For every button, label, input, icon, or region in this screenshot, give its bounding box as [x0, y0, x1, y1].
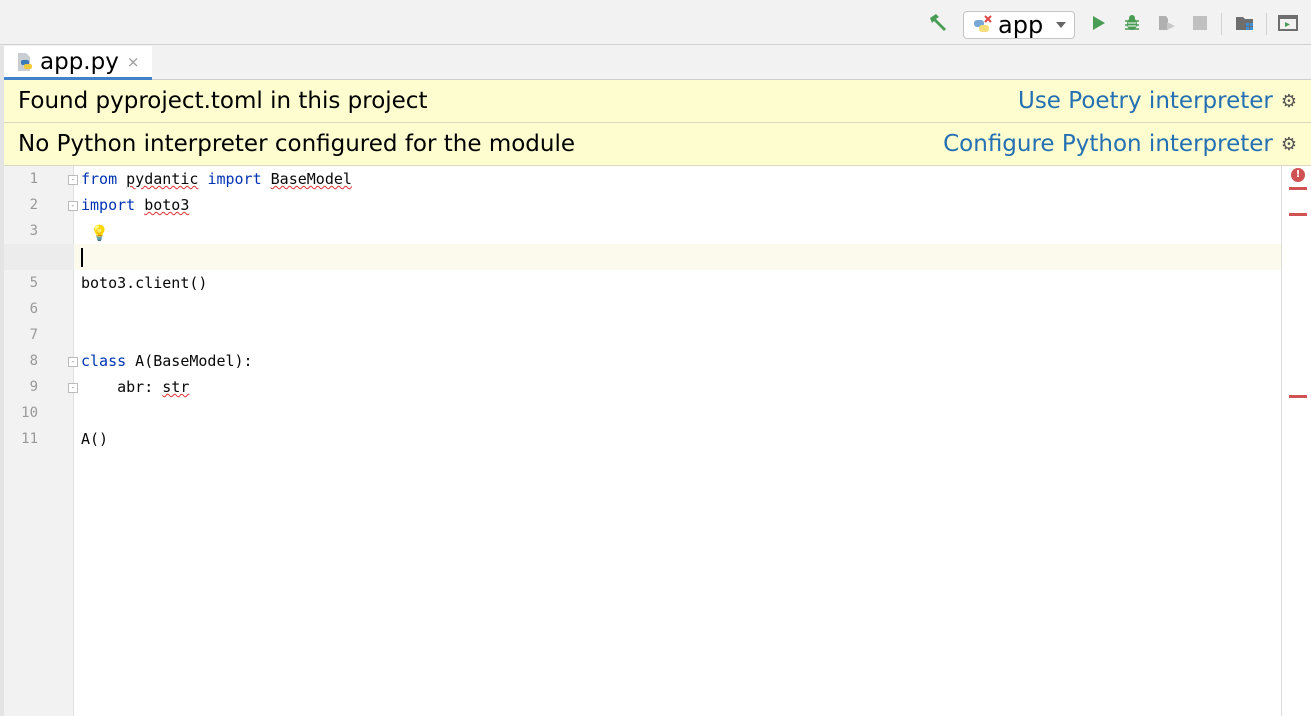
run-configuration-label: app	[998, 11, 1044, 39]
unresolved-reference: BaseModel	[270, 170, 352, 188]
fold-marker-icon[interactable]: -	[68, 383, 78, 393]
code-line[interactable]: from pydantic import BaseModel	[81, 166, 352, 192]
line-number: 11	[21, 431, 38, 447]
unresolved-reference: boto3	[144, 196, 190, 214]
python-file-error-icon	[974, 15, 992, 32]
toolbar-separator	[1266, 13, 1267, 35]
line-number: 9	[29, 379, 38, 395]
code-line[interactable]: class A(BaseModel):	[81, 348, 253, 374]
run-with-coverage-icon[interactable]	[1154, 12, 1178, 34]
code-line[interactable]: abr: str	[81, 374, 189, 400]
code-token: A(BaseModel):	[126, 352, 253, 370]
code-keyword: import	[81, 196, 136, 214]
line-number: 8	[29, 353, 38, 369]
stop-icon[interactable]	[1189, 12, 1211, 34]
close-tab-icon[interactable]: ×	[127, 53, 140, 71]
line-number: 2	[29, 197, 38, 213]
code-line[interactable]: A()	[81, 426, 108, 452]
lightbulb-icon[interactable]: 💡	[90, 224, 109, 242]
current-line-highlight	[74, 244, 1281, 270]
fold-marker-icon[interactable]: -	[68, 357, 78, 367]
fold-marker-icon[interactable]: -	[68, 201, 78, 211]
error-stripe[interactable]: !	[1281, 166, 1311, 716]
editor-tab-bar: app.py ×	[4, 46, 1311, 80]
line-number: 1	[29, 171, 38, 187]
poetry-notification-banner: Found pyproject.toml in this project Use…	[4, 80, 1311, 123]
run-icon[interactable]	[1088, 12, 1110, 34]
configure-python-interpreter-link[interactable]: Configure Python interpreter	[943, 131, 1273, 157]
toolbar-separator	[1221, 13, 1222, 35]
current-line-gutter-highlight	[4, 244, 74, 270]
code-token: boto3.client()	[81, 274, 208, 292]
code-keyword: import	[207, 170, 262, 188]
banner-message: No Python interpreter configured for the…	[18, 131, 576, 157]
use-poetry-interpreter-link[interactable]: Use Poetry interpreter	[1018, 88, 1273, 114]
unresolved-reference: str	[162, 378, 190, 396]
debug-bug-icon[interactable]	[1121, 12, 1143, 34]
line-number: 10	[21, 405, 38, 421]
code-token: abr:	[81, 378, 163, 396]
text-caret	[81, 248, 83, 267]
line-number: 5	[29, 275, 38, 291]
error-mark[interactable]	[1289, 213, 1307, 216]
error-indicator-icon[interactable]: !	[1291, 168, 1305, 182]
line-number: 7	[29, 327, 38, 343]
code-line[interactable]: import boto3	[81, 192, 189, 218]
code-keyword: from	[81, 170, 118, 188]
tab-filename: app.py	[40, 48, 119, 75]
line-number: 3	[29, 223, 38, 239]
interpreter-notification-banner: No Python interpreter configured for the…	[4, 123, 1311, 166]
line-number: 6	[29, 301, 38, 317]
fold-marker-icon[interactable]: -	[68, 175, 78, 185]
banner-message: Found pyproject.toml in this project	[18, 88, 428, 114]
code-line[interactable]: boto3.client()	[81, 270, 207, 296]
build-hammer-icon[interactable]	[926, 12, 950, 34]
run-configuration-select[interactable]: app	[963, 11, 1075, 39]
project-structure-icon[interactable]	[1233, 12, 1257, 34]
chevron-down-icon	[1056, 22, 1067, 28]
gear-icon[interactable]: ⚙	[1281, 91, 1297, 112]
code-keyword: class	[81, 352, 127, 370]
error-mark[interactable]	[1289, 187, 1307, 190]
python-file-icon	[18, 52, 32, 71]
code-token: A()	[81, 430, 109, 448]
gear-icon[interactable]: ⚙	[1281, 134, 1297, 155]
run-anything-terminal-icon[interactable]	[1276, 12, 1300, 34]
unresolved-reference: pydantic	[126, 170, 199, 188]
main-toolbar: app	[0, 0, 1311, 45]
tab-app-py[interactable]: app.py ×	[4, 46, 152, 80]
error-mark[interactable]	[1289, 395, 1307, 398]
code-editor[interactable]: 1234567891011 from pydantic import BaseM…	[4, 166, 1311, 716]
